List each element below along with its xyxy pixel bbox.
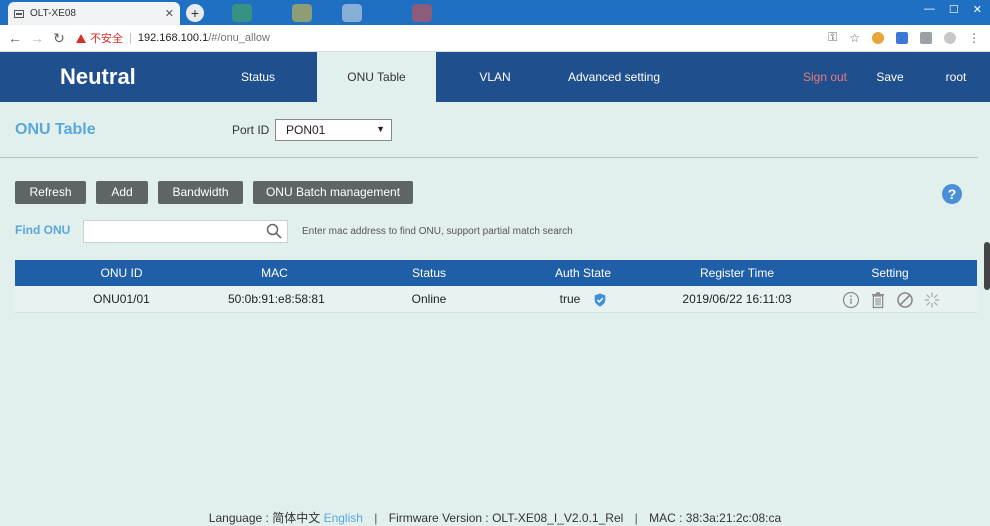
shield-check-icon xyxy=(595,293,606,306)
row-actions xyxy=(842,291,941,309)
new-tab-button[interactable]: + xyxy=(186,4,204,22)
browser-tab[interactable]: OLT-XE08 ✕ xyxy=(8,2,180,25)
footer-separator: | xyxy=(374,511,378,525)
extension-icon[interactable] xyxy=(872,31,884,44)
port-id-label: Port ID xyxy=(232,123,270,137)
sign-out-link[interactable]: Sign out xyxy=(796,52,854,102)
page-favicon-icon xyxy=(14,9,24,18)
column-header-mac: MAC xyxy=(261,266,288,280)
onu-table-header: ONU ID MAC Status Auth State Register Ti… xyxy=(15,260,977,286)
nav-advanced-setting[interactable]: Advanced setting xyxy=(558,52,670,102)
language-label: Language : xyxy=(208,511,269,525)
port-id-select[interactable]: PON01 ▼ xyxy=(275,119,392,141)
nav-onu-table[interactable]: ONU Table xyxy=(317,52,436,102)
maximize-icon[interactable]: ☐ xyxy=(949,3,959,16)
cell-auth-state: true xyxy=(533,286,633,313)
firmware-version: Firmware Version : OLT-XE08_I_V2.0.1_Rel xyxy=(388,511,624,525)
minimize-icon[interactable]: — xyxy=(924,3,935,16)
background-tab-icon xyxy=(292,4,312,22)
column-header-status: Status xyxy=(411,266,447,280)
reload-icon[interactable]: ↻ xyxy=(48,30,70,47)
extension-icon[interactable] xyxy=(920,31,932,44)
tab-title: OLT-XE08 xyxy=(30,8,76,19)
cell-register-time: 2019/06/22 16:11:03 xyxy=(682,292,792,306)
browser-toolbar-icons: ⚿ ☆ ⋮ xyxy=(828,30,980,45)
trash-icon[interactable] xyxy=(869,291,887,309)
save-link[interactable]: Save xyxy=(870,52,910,102)
key-icon[interactable]: ⚿ xyxy=(828,30,837,45)
url-field[interactable]: 不安全 | 192.168.100.1 /#/onu_allow xyxy=(76,30,270,46)
column-header-onu-id: ONU ID xyxy=(100,266,143,280)
top-navigation: Neutral Status ONU Table VLAN Advanced s… xyxy=(0,52,990,102)
bandwidth-button[interactable]: Bandwidth xyxy=(158,181,243,204)
cell-onu-id: ONU01/01 xyxy=(93,292,150,306)
url-separator: | xyxy=(129,32,132,44)
nav-vlan[interactable]: VLAN xyxy=(462,52,528,102)
back-icon[interactable]: ← xyxy=(4,30,26,46)
window-controls: — ☐ ✕ xyxy=(924,3,982,16)
tab-close-icon[interactable]: ✕ xyxy=(165,7,174,20)
add-button[interactable]: Add xyxy=(96,181,148,204)
find-onu-hint: Enter mac address to find ONU, support p… xyxy=(302,226,573,237)
auth-state-value: true xyxy=(559,292,581,306)
browser-tab-bar: OLT-XE08 ✕ + — ☐ ✕ xyxy=(0,0,990,25)
browser-menu-icon[interactable]: ⋮ xyxy=(968,31,980,45)
column-header-register-time: Register Time xyxy=(699,266,775,280)
background-tab-icon xyxy=(232,4,252,22)
footer-separator: | xyxy=(634,511,638,525)
nav-status[interactable]: Status xyxy=(218,52,298,102)
device-mac: MAC : 38:3a:21:2c:08:ca xyxy=(649,511,782,525)
port-id-value: PON01 xyxy=(286,123,326,137)
forward-icon[interactable]: → xyxy=(26,30,48,46)
find-onu-label: Find ONU xyxy=(15,223,71,237)
insecure-label: 不安全 xyxy=(90,33,123,45)
disable-icon[interactable] xyxy=(896,291,914,309)
background-tab-icon xyxy=(342,4,362,22)
translate-icon[interactable] xyxy=(896,31,908,44)
language-chinese-link[interactable]: 简体中文 xyxy=(272,511,320,525)
address-bar: ← → ↻ 不安全 | 192.168.100.1 /#/onu_allow ⚿… xyxy=(0,25,990,52)
warning-icon xyxy=(76,33,86,43)
section-divider xyxy=(0,157,978,158)
cell-mac: 50:0b:91:e8:58:81 xyxy=(228,292,325,306)
url-path: /#/onu_allow xyxy=(208,32,270,44)
footer: Language : 简体中文 English | Firmware Versi… xyxy=(0,509,990,526)
background-tab-icon xyxy=(412,4,432,22)
cell-status: Online xyxy=(411,292,447,306)
help-icon[interactable]: ? xyxy=(942,184,962,204)
dropdown-caret-icon: ▼ xyxy=(376,124,385,134)
language-english-link[interactable]: English xyxy=(324,511,363,525)
window-close-icon[interactable]: ✕ xyxy=(973,3,982,16)
page-scrollbar[interactable] xyxy=(984,242,990,290)
column-header-setting: Setting xyxy=(871,266,909,280)
bookmark-star-icon[interactable]: ☆ xyxy=(849,31,860,45)
user-menu[interactable]: root xyxy=(938,52,974,102)
onu-batch-management-button[interactable]: ONU Batch management xyxy=(253,181,413,204)
page-title: ONU Table xyxy=(15,121,96,138)
info-icon[interactable] xyxy=(842,291,860,309)
brand-logo: Neutral xyxy=(60,64,136,89)
app-content: Neutral Status ONU Table VLAN Advanced s… xyxy=(0,52,990,526)
url-host: 192.168.100.1 xyxy=(137,32,209,44)
profile-avatar-icon[interactable] xyxy=(944,31,956,44)
table-row[interactable]: ONU01/01 50:0b:91:e8:58:81 Online true 2… xyxy=(15,286,977,313)
column-header-auth-state: Auth State xyxy=(554,266,612,280)
find-onu-input[interactable] xyxy=(83,220,288,243)
reset-icon[interactable] xyxy=(923,291,941,309)
search-icon[interactable] xyxy=(266,223,282,239)
refresh-button[interactable]: Refresh xyxy=(15,181,86,204)
